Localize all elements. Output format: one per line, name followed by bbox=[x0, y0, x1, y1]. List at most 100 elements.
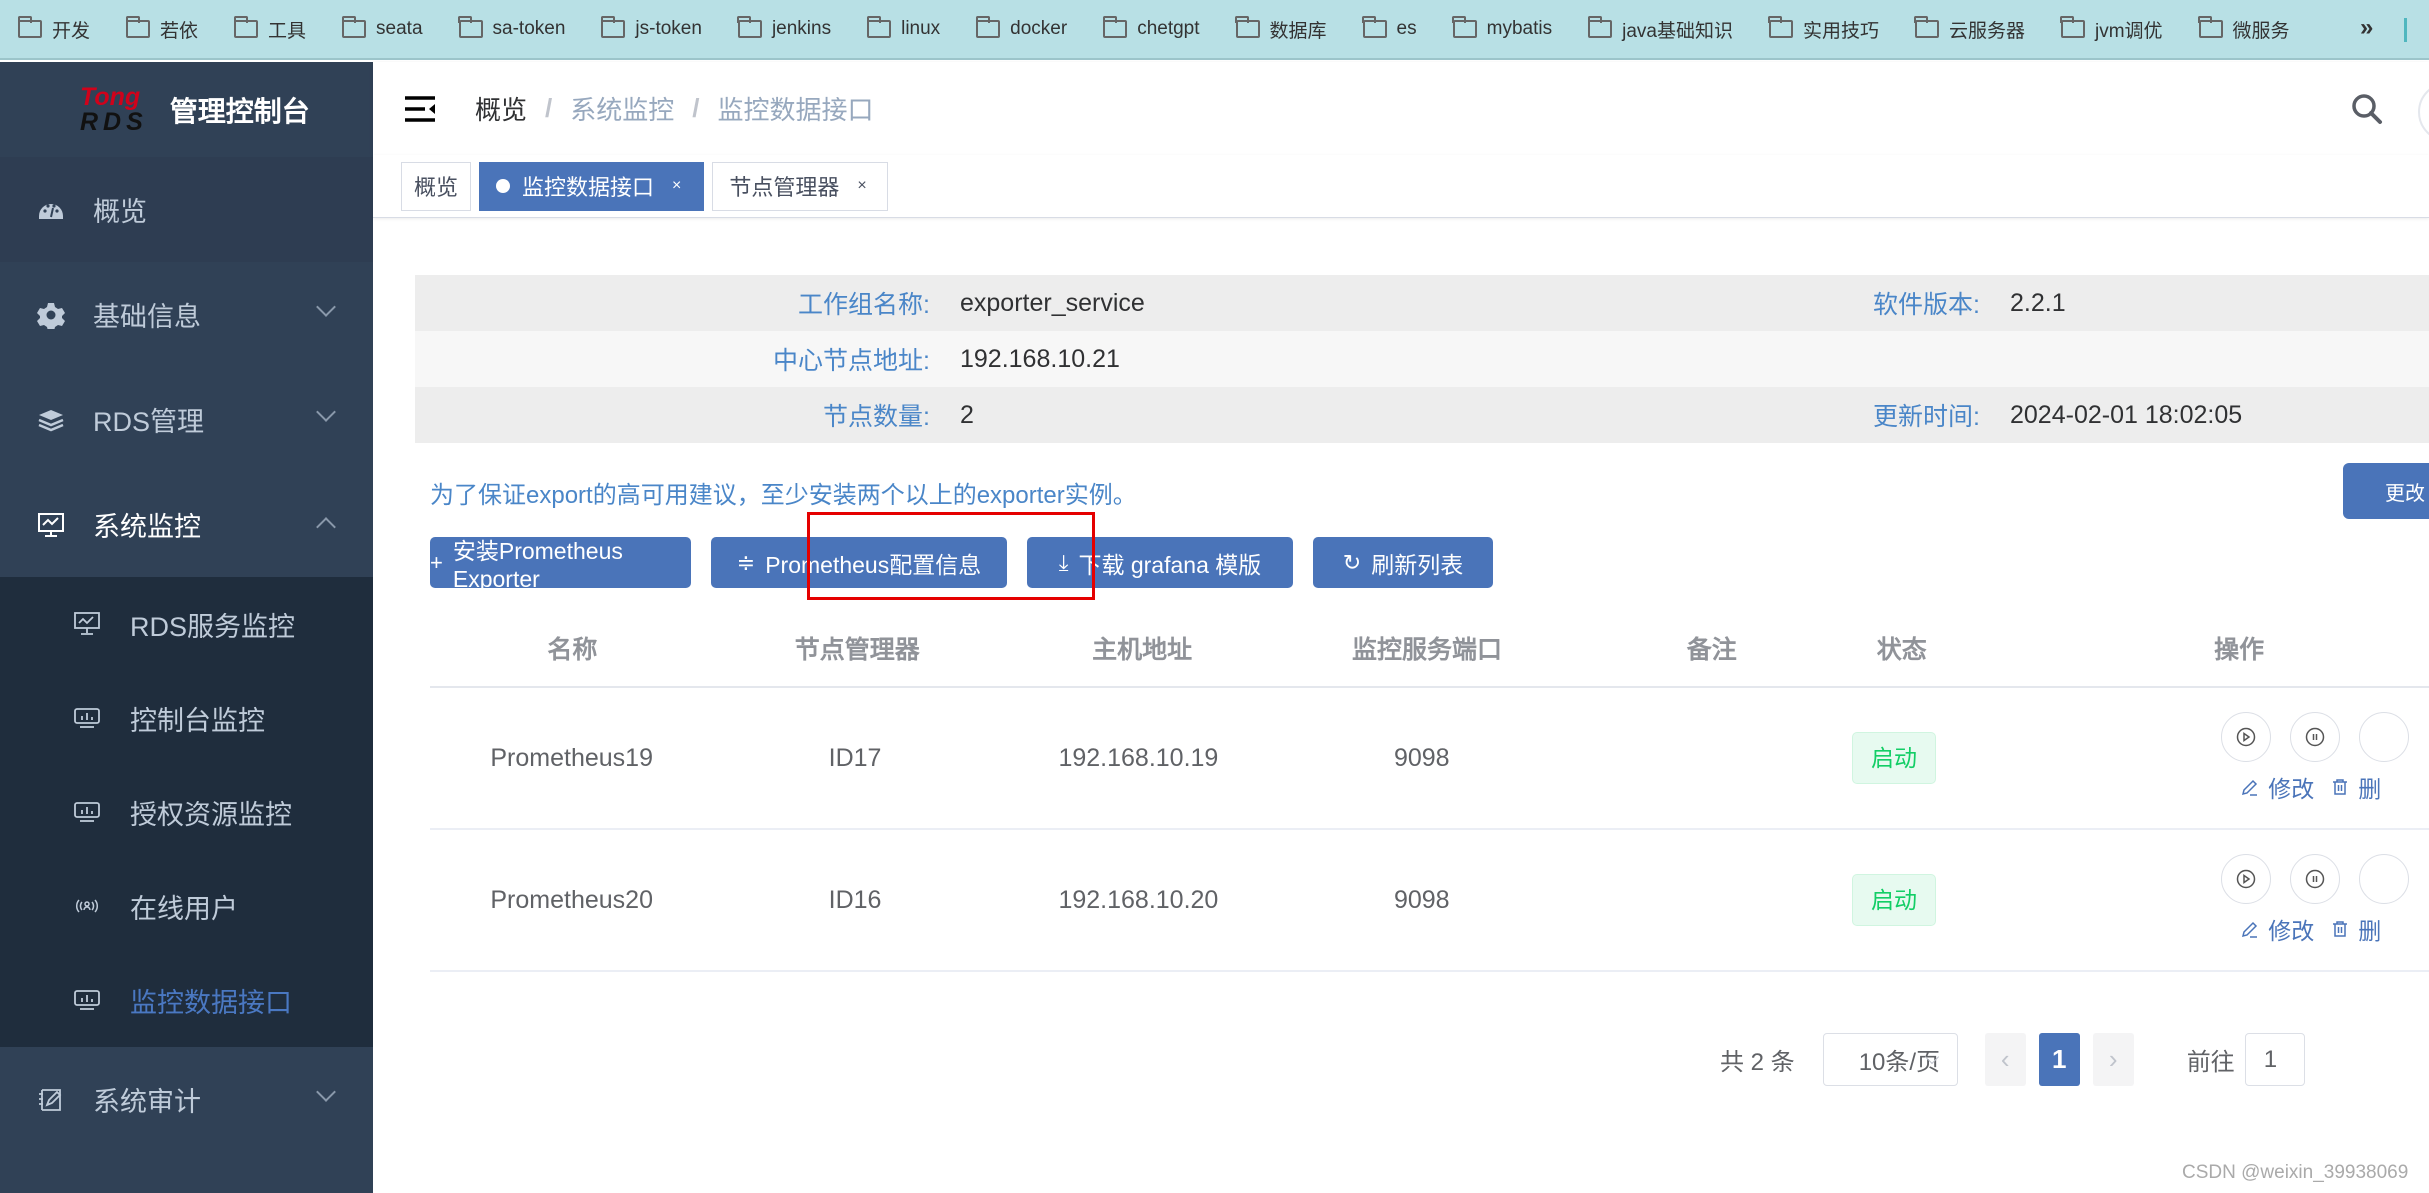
bookmark-folder[interactable]: 工具 bbox=[233, 16, 307, 43]
sidebar-item-system-monitor[interactable]: 系统监控 bbox=[0, 472, 373, 577]
install-exporter-button[interactable]: + 安装Prometheus Exporter bbox=[430, 537, 691, 592]
chevron-down-icon bbox=[316, 1082, 336, 1102]
pagination-total: 共 2 条 bbox=[1720, 1049, 1795, 1076]
column-header-port: 监控服务端口 bbox=[1351, 636, 1502, 664]
table-header: 名称 节点管理器 主机地址 监控服务端口 备注 状态 操作 bbox=[430, 610, 2429, 688]
bookmark-folder[interactable]: docker bbox=[975, 16, 1068, 40]
refresh-list-button[interactable]: ↻ 刷新列表 bbox=[1313, 537, 1493, 588]
bookmark-folder[interactable]: 若依 bbox=[125, 16, 198, 43]
sidebar-item-monitor-data-api[interactable]: 监控数据接口 bbox=[0, 953, 373, 1047]
sidebar-item-system-audit[interactable]: 系统审计 bbox=[0, 1047, 373, 1152]
sidebar-item-online-users[interactable]: 在线用户 bbox=[0, 859, 373, 953]
tag-label: 概览 bbox=[414, 175, 459, 200]
ha-notice: 为了保证export的高可用建议，至少安装两个以上的exporter实例。 bbox=[430, 482, 1137, 509]
sidebar-item-overview[interactable]: 概览 bbox=[0, 157, 373, 262]
sidebar-item-console-monitor[interactable]: 控制台监控 bbox=[0, 671, 373, 765]
bookmark-label: 开发 bbox=[52, 20, 91, 42]
tags-view: 概览 监控数据接口 × 节点管理器 × bbox=[373, 155, 2429, 218]
logo-mark: Tong RDS bbox=[80, 84, 148, 136]
sidebar-item-basic-info[interactable]: 基础信息 bbox=[0, 262, 373, 367]
bookmark-folder[interactable]: 云服务器 bbox=[1914, 16, 2025, 43]
bookmark-label: 数据库 bbox=[1269, 20, 1327, 42]
folder-icon bbox=[2198, 16, 2223, 38]
bookmark-folder[interactable]: chetgpt bbox=[1102, 16, 1200, 40]
cell-name: Prometheus20 bbox=[490, 885, 653, 914]
breadcrumb-item-system-monitor: 系统监控 bbox=[570, 95, 675, 125]
bookmark-folder[interactable]: seata bbox=[341, 16, 423, 40]
prometheus-config-button[interactable]: ≑ Prometheus配置信息 bbox=[711, 537, 1007, 588]
sidebar-item-label: RDS服务监控 bbox=[130, 611, 296, 642]
edit-link[interactable]: 修改 bbox=[2240, 770, 2314, 804]
edit-link[interactable]: 修改 bbox=[2240, 912, 2314, 946]
bookmark-folder[interactable]: 微服务 bbox=[2198, 16, 2290, 43]
start-button[interactable] bbox=[2221, 854, 2272, 904]
bookmark-folder[interactable]: mybatis bbox=[1452, 16, 1552, 40]
bookmark-label: 微服务 bbox=[2232, 20, 2290, 42]
goto-page-input[interactable] bbox=[2244, 1033, 2305, 1086]
more-action-button[interactable] bbox=[2359, 854, 2410, 904]
monitor-chart-icon bbox=[74, 612, 100, 636]
sidebar-item-label: 监控数据接口 bbox=[130, 987, 292, 1018]
column-header-name: 名称 bbox=[547, 636, 598, 664]
bookmark-folder[interactable]: linux bbox=[866, 16, 940, 40]
button-label: 刷新列表 bbox=[1371, 551, 1464, 578]
tag-overview[interactable]: 概览 bbox=[401, 161, 472, 211]
page-size-select[interactable]: 10条/页 bbox=[1822, 1033, 1958, 1086]
logo[interactable]: Tong RDS 管理控制台 bbox=[0, 62, 373, 157]
sidebar-item-rds-service-monitor[interactable]: RDS服务监控 bbox=[0, 577, 373, 671]
logo-rds: RDS bbox=[80, 107, 148, 136]
download-icon: ⤓ bbox=[1058, 549, 1069, 575]
next-page-button[interactable]: › bbox=[2092, 1033, 2134, 1086]
bookmark-folder[interactable]: 实用技巧 bbox=[1768, 16, 1879, 43]
close-icon[interactable]: × bbox=[857, 177, 866, 195]
download-grafana-template-button[interactable]: ⤓ 下载 grafana 模版 bbox=[1027, 537, 1293, 588]
pause-button[interactable] bbox=[2290, 712, 2341, 762]
bookmark-label: 云服务器 bbox=[1948, 20, 2025, 42]
bookmark-folder[interactable]: es bbox=[1362, 16, 1417, 40]
folder-icon bbox=[341, 16, 367, 38]
more-action-button[interactable] bbox=[2359, 712, 2410, 762]
bookmark-label: docker bbox=[1010, 18, 1068, 39]
change-button-label: 更改 bbox=[2385, 482, 2425, 505]
bookmark-folder[interactable]: jvm调优 bbox=[2060, 16, 2163, 43]
cell-host: 192.168.10.19 bbox=[1058, 743, 1219, 772]
folder-icon bbox=[866, 16, 892, 38]
pause-button[interactable] bbox=[2290, 854, 2341, 904]
bookmark-folder[interactable]: 数据库 bbox=[1235, 16, 1327, 43]
page-number-1[interactable]: 1 bbox=[2038, 1033, 2080, 1086]
gear-icon bbox=[36, 300, 66, 330]
bookmarks-more-button[interactable]: » bbox=[2360, 14, 2373, 42]
prev-page-button[interactable]: ‹ bbox=[1984, 1033, 2026, 1086]
audit-icon bbox=[36, 1085, 66, 1115]
goto-label: 前往 bbox=[2186, 1049, 2235, 1076]
sidebar-item-rds-management[interactable]: RDS管理 bbox=[0, 367, 373, 472]
table-row: Prometheus19 ID17 192.168.10.19 9098 启动 … bbox=[430, 688, 2429, 830]
bookmark-folder[interactable]: 开发 bbox=[17, 16, 91, 43]
bookmark-folder[interactable]: jenkins bbox=[737, 16, 831, 40]
tag-monitor-data-api[interactable]: 监控数据接口 × bbox=[479, 161, 705, 211]
folder-icon bbox=[1587, 16, 1613, 38]
navbar: 概览 / 系统监控 / 监控数据接口 bbox=[373, 62, 2429, 155]
pause-circle-icon bbox=[2306, 869, 2325, 889]
hamburger-fold-icon[interactable] bbox=[405, 95, 435, 122]
start-button[interactable] bbox=[2221, 712, 2272, 762]
bookmark-folder[interactable]: js-token bbox=[600, 16, 702, 40]
submenu-system-monitor: RDS服务监控 控制台监控 授权资源监控 在线用户 监控数据接口 bbox=[0, 577, 373, 1047]
change-button[interactable]: 更改 bbox=[2343, 463, 2429, 519]
breadcrumb-item-overview[interactable]: 概览 bbox=[475, 90, 527, 127]
search-icon[interactable] bbox=[2350, 92, 2384, 126]
bookmark-folder[interactable]: sa-token bbox=[458, 16, 565, 40]
tag-node-manager[interactable]: 节点管理器 × bbox=[712, 161, 888, 211]
bookmark-folder[interactable]: java基础知识 bbox=[1587, 16, 1733, 43]
bookmark-label: 工具 bbox=[268, 20, 307, 42]
delete-link[interactable]: 删 bbox=[2330, 912, 2381, 946]
bookmark-label: 实用技巧 bbox=[1802, 20, 1879, 42]
edit-label: 修改 bbox=[2268, 776, 2315, 802]
info-row: 中心节点地址: 192.168.10.21 bbox=[415, 331, 2429, 387]
close-icon[interactable]: × bbox=[672, 177, 681, 195]
sidebar-item-label: 授权资源监控 bbox=[130, 799, 292, 830]
sidebar-item-label: 概览 bbox=[93, 197, 147, 227]
sidebar-item-license-monitor[interactable]: 授权资源监控 bbox=[0, 765, 373, 859]
delete-link[interactable]: 删 bbox=[2330, 770, 2381, 804]
sidebar: Tong RDS 管理控制台 概览 基础信息 RDS管理 系统监控 RDS服务监… bbox=[0, 62, 373, 1193]
